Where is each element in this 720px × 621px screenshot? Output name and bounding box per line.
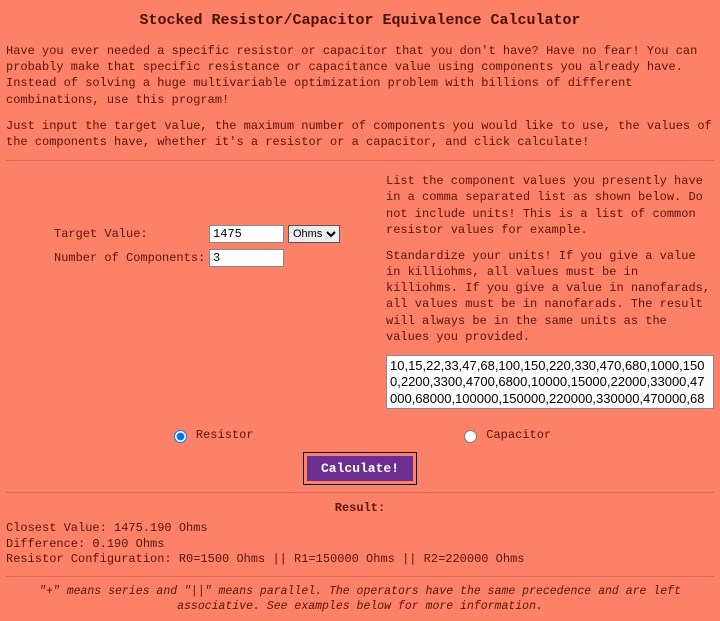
- divider-top: [6, 160, 714, 161]
- result-closest: Closest Value: 1475.190 Ohms: [6, 521, 714, 537]
- intro-p1: Have you ever needed a specific resistor…: [6, 43, 714, 108]
- form-area: Target Value: Ohms Number of Components:…: [6, 169, 714, 413]
- result-heading: Result:: [6, 501, 714, 515]
- intro-p2: Just input the target value, the maximum…: [6, 118, 714, 150]
- capacitor-radio[interactable]: [464, 430, 477, 443]
- component-type-radios: Resistor Capacitor: [6, 427, 714, 443]
- page-root: Stocked Resistor/Capacitor Equivalence C…: [0, 0, 720, 621]
- button-row: Calculate!: [6, 453, 714, 484]
- divider-bottom: [6, 576, 714, 577]
- values-textarea[interactable]: [386, 355, 714, 409]
- result-config: Resistor Configuration: R0=1500 Ohms || …: [6, 552, 714, 568]
- result-difference: Difference: 0.190 Ohms: [6, 537, 714, 553]
- capacitor-radio-label: Capacitor: [486, 428, 551, 442]
- left-column: Target Value: Ohms Number of Components:: [6, 169, 376, 413]
- num-components-input[interactable]: [209, 249, 284, 267]
- capacitor-radio-item[interactable]: Capacitor: [459, 427, 551, 443]
- calculate-button[interactable]: Calculate!: [304, 453, 416, 484]
- resistor-radio-label: Resistor: [196, 428, 254, 442]
- unit-select[interactable]: Ohms: [288, 225, 340, 243]
- result-lines: Closest Value: 1475.190 Ohms Difference:…: [6, 521, 714, 568]
- num-components-row: Number of Components:: [6, 249, 376, 267]
- right-column: List the component values you presently …: [386, 169, 714, 413]
- divider-mid: [6, 492, 714, 493]
- result-block: Result: Closest Value: 1475.190 Ohms Dif…: [6, 501, 714, 615]
- target-value-input[interactable]: [209, 225, 284, 243]
- page-title: Stocked Resistor/Capacitor Equivalence C…: [6, 12, 714, 29]
- values-help-p2: Standardize your units! If you give a va…: [386, 248, 714, 345]
- num-components-label: Number of Components:: [54, 251, 209, 265]
- values-help-p1: List the component values you presently …: [386, 173, 714, 238]
- intro-block: Have you ever needed a specific resistor…: [6, 43, 714, 150]
- resistor-radio-item[interactable]: Resistor: [169, 427, 254, 443]
- resistor-radio[interactable]: [174, 430, 187, 443]
- target-value-label: Target Value:: [54, 227, 209, 241]
- target-value-row: Target Value: Ohms: [6, 225, 376, 243]
